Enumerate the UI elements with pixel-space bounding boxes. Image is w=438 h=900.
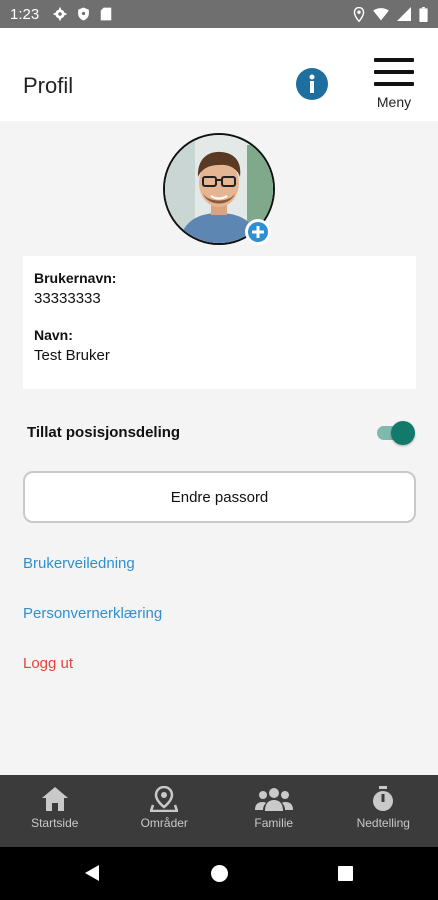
location-sharing-toggle[interactable]	[377, 420, 415, 446]
avatar-container	[163, 133, 275, 245]
name-value: Test Bruker	[34, 347, 110, 364]
change-password-button[interactable]: Endre passord	[23, 471, 416, 523]
sd-card-icon	[100, 7, 112, 21]
status-bar: 1:23	[0, 0, 438, 28]
tab-label-familie: Familie	[254, 816, 294, 830]
family-icon	[254, 788, 293, 811]
username-value: 33333333	[34, 290, 101, 307]
gear-icon	[53, 7, 67, 21]
battery-icon	[419, 6, 428, 22]
tab-omrader[interactable]: Områder	[110, 775, 220, 847]
wifi-icon	[373, 7, 389, 20]
tab-startside[interactable]: Startside	[0, 775, 110, 847]
recents-icon[interactable]	[338, 866, 353, 881]
back-icon[interactable]	[84, 864, 100, 882]
plus-circle-icon	[248, 222, 268, 242]
tab-label-omrader: Områder	[140, 816, 188, 830]
info-button[interactable]	[296, 68, 328, 100]
name-label: Navn:	[34, 327, 73, 343]
page-title: Profil	[23, 73, 74, 98]
home-circle-icon[interactable]	[211, 865, 228, 882]
logout-link[interactable]: Logg ut	[23, 655, 73, 672]
location-sharing-label: Tillat posisjonsdeling	[27, 424, 181, 441]
toggle-knob	[391, 421, 415, 445]
username-label: Brukernavn:	[34, 270, 117, 286]
tab-label-nedtelling: Nedtelling	[356, 816, 410, 830]
tab-familie[interactable]: Familie	[219, 775, 329, 847]
tab-label-startside: Startside	[31, 816, 79, 830]
add-photo-button[interactable]	[245, 219, 271, 245]
menu-label: Meny	[376, 94, 412, 110]
android-nav-bar	[0, 847, 438, 900]
hamburger-icon	[374, 58, 414, 94]
profile-info-card: Brukernavn: 33333333 Navn: Test Bruker	[23, 256, 416, 389]
tab-nedtelling[interactable]: Nedtelling	[329, 775, 438, 847]
menu-button[interactable]: Meny	[372, 58, 416, 118]
location-sharing-row: Tillat posisjonsdeling	[27, 420, 415, 446]
status-time: 1:23	[10, 5, 40, 23]
map-pin-icon	[150, 786, 179, 812]
home-icon	[41, 787, 68, 811]
signal-icon	[397, 7, 411, 21]
privacy-policy-link[interactable]: Personvernerklæring	[23, 605, 162, 622]
user-guide-link[interactable]: Brukerveiledning	[23, 555, 135, 572]
stopwatch-icon	[373, 786, 394, 811]
location-icon	[353, 6, 365, 22]
info-icon	[309, 74, 315, 93]
shield-icon	[78, 7, 90, 21]
app-header: Profil Meny	[0, 28, 438, 121]
bottom-tab-bar: Startside Områder Familie Nedtelling	[0, 775, 438, 847]
